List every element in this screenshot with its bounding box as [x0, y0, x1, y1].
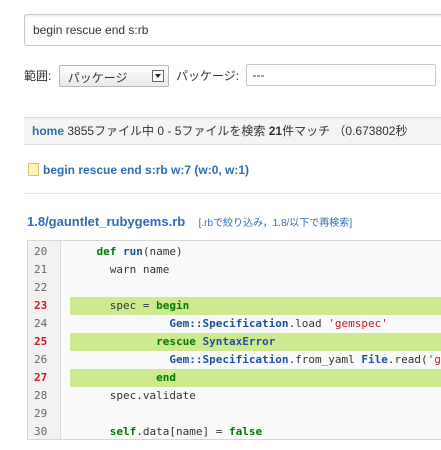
- code-line: 21 warn name: [28, 261, 441, 279]
- code-text: Gem::Specification.from_yaml File.read('…: [70, 351, 441, 369]
- research-under-path-link[interactable]: 1.8/以下で再検索: [273, 218, 350, 229]
- code-text: Gem::Specification.load 'gemspec': [70, 315, 441, 333]
- scope-selected-value: パッケージ: [67, 70, 128, 85]
- code-token: .read(: [387, 353, 428, 366]
- line-number: 20: [34, 245, 48, 258]
- code-token: Gem::Specification: [169, 353, 289, 366]
- line-number: 29: [34, 407, 48, 420]
- bracket-close: ]: [349, 218, 353, 229]
- code-token: .load: [288, 317, 329, 330]
- line-number: 30: [34, 425, 48, 438]
- results-text: 3855ファイル中 0 - 5ファイルを検索: [64, 124, 269, 138]
- matched-code-line: 27 end: [28, 369, 441, 387]
- file-header: 1.8/gauntlet_rubygems.rb [.rbで絞り込み，1.8/以…: [27, 214, 352, 229]
- scope-select[interactable]: パッケージ: [58, 64, 169, 87]
- code-line: 28 spec.validate: [28, 387, 441, 405]
- results-summary: home 3855ファイル中 0 - 5ファイルを検索 21件マッチ （0.67…: [24, 117, 441, 145]
- code-line: 26 Gem::Specification.from_yaml File.rea…: [28, 351, 441, 369]
- code-text: spec.validate: [70, 387, 441, 405]
- code-token: 'gemspec': [328, 317, 388, 330]
- file-actions: [.rbで絞り込み，1.8/以下で再検索]: [199, 218, 353, 229]
- line-number: 27: [34, 371, 48, 384]
- separator: ，: [262, 218, 273, 229]
- divider: [24, 193, 441, 194]
- code-token: .data[name] =: [136, 425, 229, 438]
- code-token: 'gemspec': [427, 353, 441, 366]
- line-number: 21: [34, 263, 48, 276]
- line-number: 28: [34, 389, 48, 402]
- code-text: warn name: [70, 261, 441, 279]
- code-line: 20 def run(name): [28, 243, 441, 261]
- code-token: spec.validate: [70, 389, 196, 402]
- code-line: 22: [28, 279, 441, 297]
- line-number: 23: [34, 299, 48, 312]
- code-snippet: 20 def run(name) 21 warn name 22 23 spec = …: [27, 240, 441, 440]
- code-token: def: [96, 245, 117, 258]
- filter-by-ext-link[interactable]: .rbで絞り込み: [201, 218, 262, 229]
- code-token: self: [109, 425, 137, 438]
- code-text: end: [70, 369, 441, 387]
- code-token: end: [156, 371, 176, 384]
- package-label: パッケージ:: [176, 69, 240, 84]
- matched-code-line: 25 rescue SyntaxError: [28, 333, 441, 351]
- file-path-link[interactable]: 1.8/gauntlet_rubygems.rb: [27, 214, 185, 229]
- line-number: 26: [34, 353, 48, 366]
- code-text: self.data[name] = false: [70, 423, 441, 439]
- code-token: (name): [142, 245, 183, 258]
- code-token: warn name: [70, 263, 170, 276]
- query-row: begin rescue end s:rb w:7 (w:0, w:1): [28, 163, 249, 177]
- code-token: Gem::Specification: [169, 317, 289, 330]
- code-token: spec =: [70, 299, 157, 312]
- code-token: false: [228, 425, 263, 438]
- scope-label: 範囲:: [24, 69, 52, 84]
- home-link[interactable]: home: [32, 124, 64, 138]
- scope-row: 範囲: パッケージ パッケージ:: [24, 64, 437, 88]
- line-number: 25: [34, 335, 48, 348]
- package-input[interactable]: [246, 64, 437, 86]
- code-line: 24 Gem::Specification.load 'gemspec': [28, 315, 441, 333]
- code-token: SyntaxError: [202, 335, 276, 348]
- query-link[interactable]: begin rescue end s:rb w:7 (w:0, w:1): [43, 163, 249, 177]
- code-text: spec = begin: [70, 297, 441, 315]
- code-token: begin: [156, 299, 190, 312]
- line-number: 22: [34, 281, 48, 294]
- file-icon: [28, 163, 39, 176]
- search-input[interactable]: [24, 14, 441, 46]
- code-line: 30 self.data[name] = false: [28, 423, 441, 439]
- code-text: rescue SyntaxError: [70, 333, 441, 351]
- matched-code-line: 23 spec = begin: [28, 297, 441, 315]
- code-line: 29: [28, 405, 441, 423]
- code-token: run: [123, 245, 143, 258]
- line-number: 24: [34, 317, 48, 330]
- code-token: .from_yaml: [288, 353, 362, 366]
- results-text-tail: 件マッチ （0.673802秒: [282, 124, 408, 138]
- code-text: def run(name): [70, 243, 441, 261]
- code-token: rescue: [156, 335, 196, 348]
- chevron-down-icon[interactable]: [151, 69, 164, 82]
- code-token: File: [361, 353, 388, 366]
- match-count: 21: [268, 124, 283, 138]
